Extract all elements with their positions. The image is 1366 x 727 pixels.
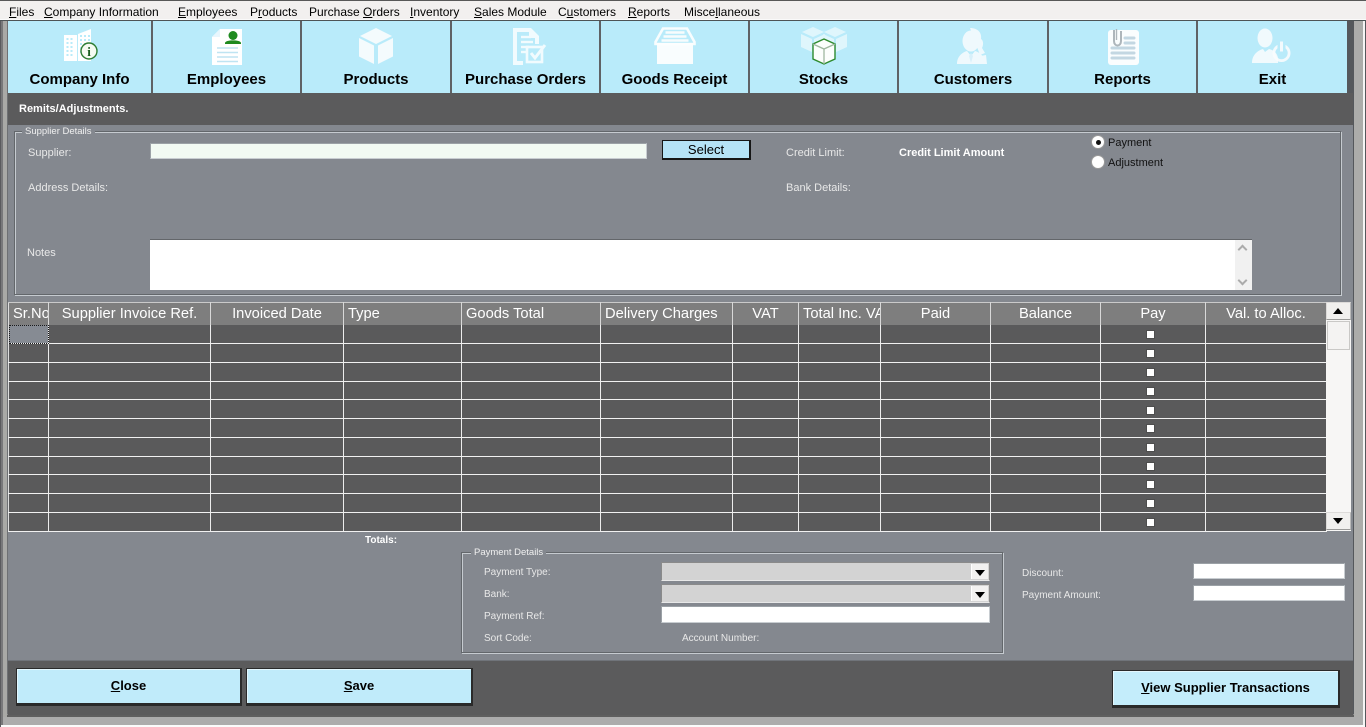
svg-text:i: i <box>87 44 91 59</box>
